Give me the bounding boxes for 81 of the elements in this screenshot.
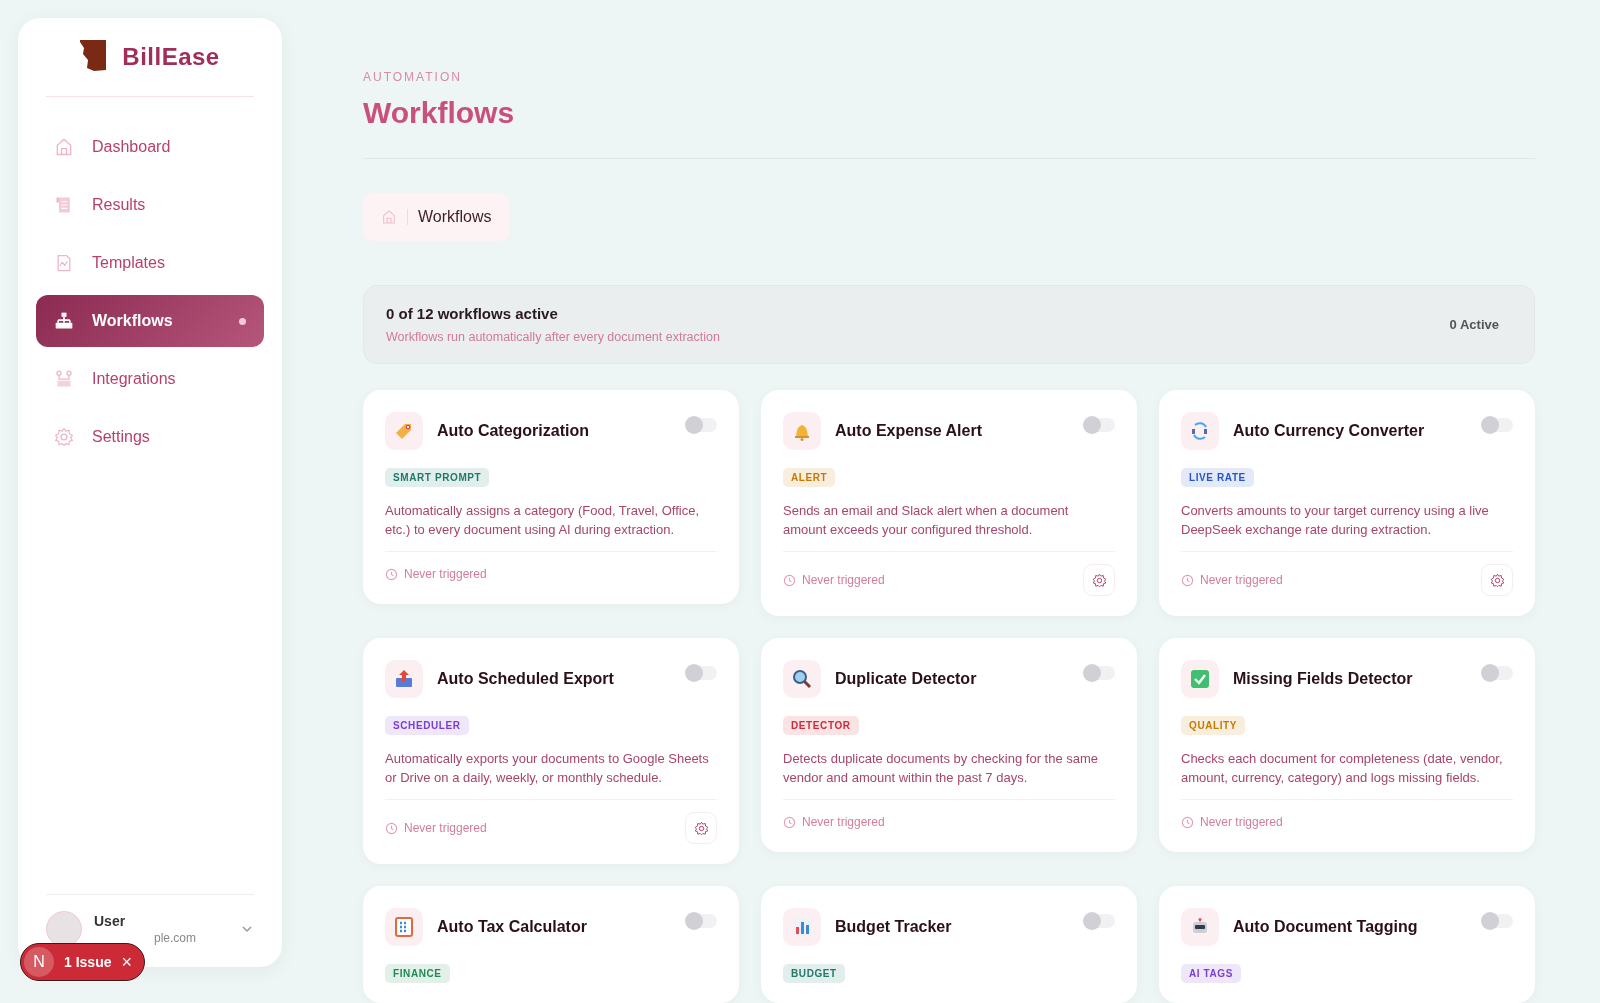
trigger-status: Never triggered	[802, 815, 885, 829]
hierarchy-icon	[54, 311, 74, 331]
workflow-tag: LIVE RATE	[1181, 468, 1254, 487]
logo-icon	[80, 40, 107, 74]
settings-button[interactable]	[1083, 564, 1115, 596]
workflow-description: Automatically assigns a category (Food, Travel, Office, etc.) to every document using AI during extraction.	[385, 501, 717, 552]
toggle-switch[interactable]	[1483, 666, 1513, 680]
summary-subtitle: Workflows run automatically after every document extraction	[386, 330, 721, 345]
abacus-icon	[392, 915, 416, 939]
clock-icon	[385, 567, 398, 581]
bar-chart-icon	[790, 915, 814, 939]
page-title: Workflows	[363, 96, 1535, 159]
gear-icon	[693, 820, 709, 836]
workflow-title: Auto Expense Alert	[835, 422, 983, 440]
settings-button[interactable]	[1481, 564, 1513, 596]
close-button[interactable]: ×	[121, 951, 132, 973]
toggle-switch[interactable]	[1483, 914, 1513, 928]
toggle-switch[interactable]	[1483, 418, 1513, 432]
network-icon	[54, 369, 74, 389]
clock-icon	[1181, 815, 1194, 829]
workflow-tag: FINANCE	[385, 964, 450, 983]
clock-icon	[385, 821, 398, 835]
workflow-title: Missing Fields Detector	[1233, 670, 1414, 688]
summary-title: 0 of 12 workflows active	[386, 305, 559, 323]
workflow-tag: DETECTOR	[783, 716, 859, 735]
magnifier-icon	[790, 667, 814, 691]
toggle-switch[interactable]	[1085, 914, 1115, 928]
active-dot	[239, 317, 246, 325]
workflow-title: Auto Tax Calculator	[437, 918, 588, 936]
workflow-title: Auto Categorization	[437, 422, 590, 440]
workflow-description: Automatically exports your documents to Google Sheets or Drive on a daily, weekly, or monthly schedule.	[385, 749, 717, 800]
trigger-status: Never triggered	[404, 567, 487, 581]
gear-icon	[1091, 572, 1107, 588]
trigger-status: Never triggered	[802, 573, 885, 587]
workflow-title: Auto Currency Converter	[1233, 422, 1426, 440]
workflow-title: Auto Document Tagging	[1233, 918, 1419, 936]
nav-item[interactable]: Templates	[36, 237, 264, 289]
gear-icon	[1489, 572, 1505, 588]
brand-name: BillEase	[122, 43, 220, 71]
clock-icon	[1181, 573, 1194, 587]
toggle-switch[interactable]	[687, 666, 717, 680]
nav-item[interactable]: Results	[36, 179, 264, 231]
trigger-status: Never triggered	[1200, 573, 1283, 587]
house-icon	[54, 137, 74, 157]
workflow-tag: BUDGET	[783, 964, 845, 983]
issue-letter: N	[24, 947, 54, 977]
checkbox-icon	[1188, 667, 1212, 691]
house-icon[interactable]	[381, 209, 397, 226]
clock-icon	[783, 815, 796, 829]
workflow-tag: SCHEDULER	[385, 716, 469, 735]
nav-item[interactable]: Settings	[36, 411, 264, 463]
trigger-status: Never triggered	[1200, 815, 1283, 829]
workflow-title: Duplicate Detector	[835, 670, 978, 688]
trigger-status: Never triggered	[404, 821, 487, 835]
toggle-switch[interactable]	[1085, 666, 1115, 680]
workflow-description: Sends an email and Slack alert when a document amount exceeds your configured threshold.	[783, 501, 1115, 552]
gear-icon	[54, 427, 74, 447]
workflow-tag: SMART PROMPT	[385, 468, 490, 487]
workflow-description: Detects duplicate documents by checking for the same vendor and amount within the past 7 days.	[783, 749, 1115, 800]
toggle-switch[interactable]	[687, 914, 717, 928]
issue-badge[interactable]: N 1 Issue ×	[20, 943, 145, 981]
workflow-tag: QUALITY	[1181, 716, 1246, 735]
section-label: AUTOMATION	[363, 70, 463, 84]
user-name: User	[94, 913, 127, 929]
nav-item[interactable]: Integrations	[36, 353, 264, 405]
nav-item[interactable]: Workflows	[36, 295, 264, 347]
workflow-title: Auto Scheduled Export	[437, 670, 615, 688]
settings-button[interactable]	[685, 812, 717, 844]
workflow-title: Budget Tracker	[835, 918, 953, 936]
toggle-switch[interactable]	[1085, 418, 1115, 432]
breadcrumb-item: Workflows	[418, 208, 492, 227]
toggle-switch[interactable]	[687, 418, 717, 432]
nav-item[interactable]: Dashboard	[36, 121, 264, 173]
workflow-description: Checks each document for completeness (date, vendor, amount, currency, category) and logs missing fields.	[1181, 749, 1513, 800]
workflow-tag: ALERT	[783, 468, 836, 487]
active-count: 0 Active	[1449, 317, 1499, 333]
workflow-description: Converts amounts to your target currency using a live DeepSeek exchange rate during extraction.	[1181, 501, 1513, 552]
workflow-tag: AI TAGS	[1181, 964, 1241, 983]
clock-icon	[783, 573, 796, 587]
issue-label: 1 Issue	[64, 954, 112, 970]
user-email: ple.com	[153, 931, 198, 945]
